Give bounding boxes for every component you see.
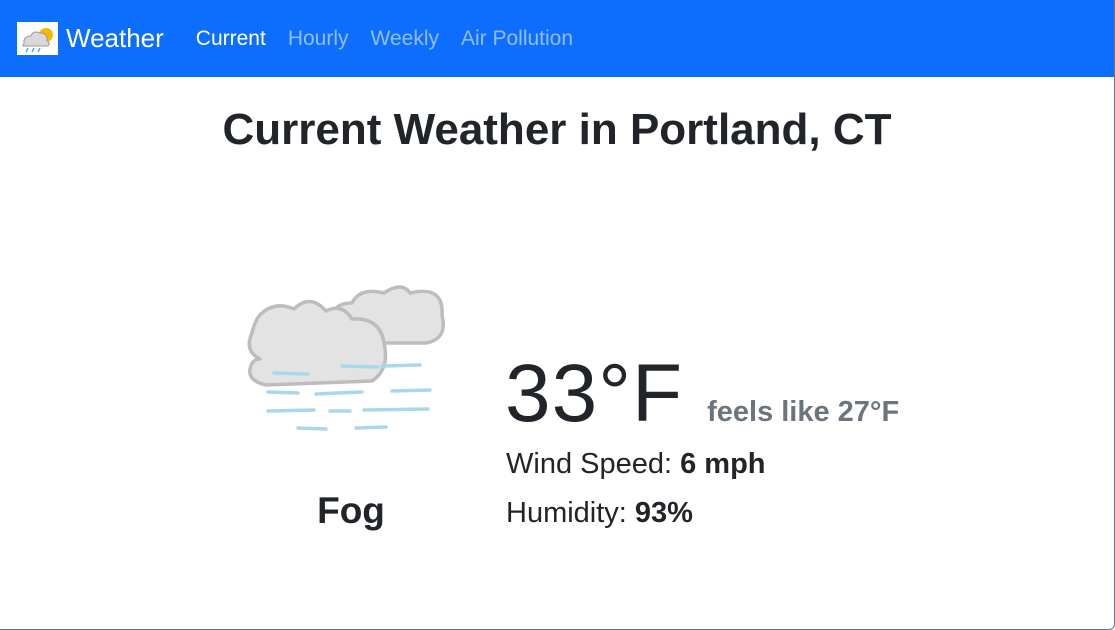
humidity: Humidity: 93%: [506, 497, 693, 530]
wind-speed-label: Wind Speed:: [506, 448, 673, 480]
nav-link-hourly[interactable]: Hourly: [288, 27, 349, 51]
temperature-row: 33°F feels like 27°F: [505, 347, 899, 441]
page-title: Current Weather in Portland, CT: [222, 105, 892, 154]
navbar: Weather Current Hourly Weekly Air Pollut…: [0, 0, 1114, 77]
nav-link-air-pollution[interactable]: Air Pollution: [461, 27, 573, 51]
brand[interactable]: Weather: [17, 22, 164, 55]
weather-logo-icon: [17, 22, 58, 55]
wind-speed: Wind Speed: 6 mph: [506, 448, 766, 481]
weather-condition: Fog: [317, 490, 385, 531]
nav-link-weekly[interactable]: Weekly: [371, 27, 439, 51]
nav-link-current[interactable]: Current: [196, 27, 266, 51]
humidity-label: Humidity:: [506, 497, 627, 529]
feels-like: feels like 27°F: [707, 396, 900, 428]
brand-name: Weather: [66, 23, 164, 53]
temperature: 33°F: [505, 348, 684, 439]
weather-panel: Fog 33°F feels like 27°F Wind Speed: 6 m…: [0, 155, 1114, 629]
app-window: Weather Current Hourly Weekly Air Pollut…: [0, 0, 1115, 630]
humidity-value: 93%: [634, 497, 693, 529]
wind-speed-value: 6 mph: [680, 448, 766, 480]
fog-icon: [242, 273, 452, 443]
